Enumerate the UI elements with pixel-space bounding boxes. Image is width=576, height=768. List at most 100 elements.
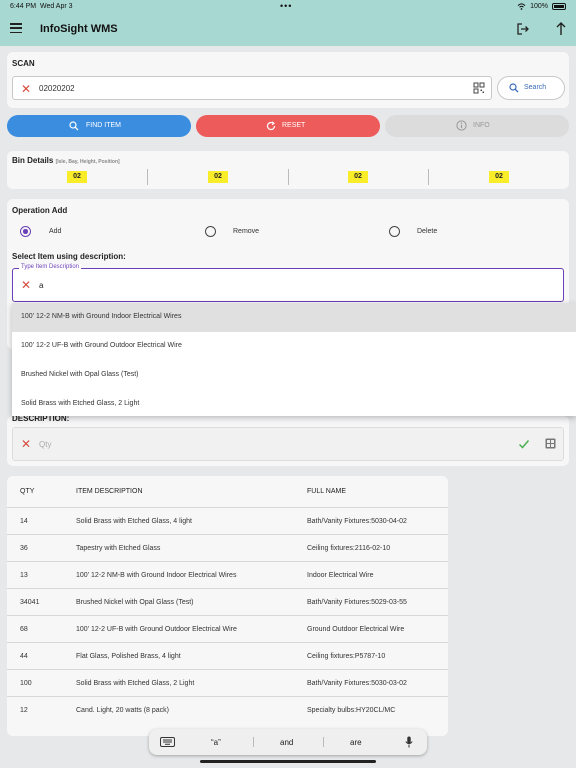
table-row[interactable]: 34041 Brushed Nickel with Opal Glass (Te…: [7, 588, 448, 615]
cell-full-name: Indoor Electrical Wire: [307, 572, 374, 579]
qr-scan-icon[interactable]: [473, 82, 485, 94]
info-label: INFO: [473, 122, 490, 129]
table-row[interactable]: 44 Flat Glass, Polished Brass, 4 light C…: [7, 642, 448, 669]
cell-qty: 13: [20, 572, 28, 579]
cell-full-name: Ceiling fixtures:P5787-10: [307, 653, 386, 660]
suggestion-item[interactable]: Brushed Nickel with Opal Glass (Test): [12, 361, 576, 390]
cell-full-name: Bath/Vanity Fixtures:5029-03-55: [307, 599, 407, 606]
radio-delete-label: Delete: [417, 228, 438, 235]
microphone-icon[interactable]: [405, 736, 413, 748]
cell-qty: 36: [20, 545, 28, 552]
cell-description: 100' 12-2 UF-B with Ground Outdoor Elect…: [76, 626, 237, 633]
suggestion-item[interactable]: Solid Brass with Etched Glass, 2 Light: [12, 390, 576, 419]
scan-input[interactable]: ✕ 02020202: [12, 76, 492, 100]
info-button[interactable]: INFO: [385, 115, 569, 137]
bin-divider: [288, 169, 289, 185]
keyboard-suggestion[interactable]: “a”: [211, 738, 221, 747]
keyboard-separator: [323, 737, 324, 747]
bin-details-card: Bin Details [Isle, Bay, Height, Position…: [7, 151, 569, 189]
keyboard-separator: [253, 737, 254, 747]
menu-icon[interactable]: [10, 23, 22, 37]
column-header-qty: QTY: [20, 488, 35, 495]
cell-qty: 44: [20, 653, 28, 660]
clear-scan-icon[interactable]: ✕: [20, 83, 32, 95]
table-row[interactable]: 100 Solid Brass with Etched Glass, 2 Lig…: [7, 669, 448, 696]
select-item-label: Select Item using description:: [12, 252, 126, 261]
battery-percent: 100%: [530, 3, 548, 10]
bin-height: 02: [348, 171, 368, 183]
arrow-up-icon[interactable]: [554, 21, 568, 37]
keyboard-suggestion[interactable]: are: [350, 738, 362, 747]
clear-item-icon[interactable]: ✕: [20, 279, 32, 291]
reset-label: RESET: [282, 122, 306, 129]
keyboard-suggestion[interactable]: and: [280, 738, 293, 747]
battery-icon: [552, 3, 566, 10]
app-title: InfoSight WMS: [40, 23, 118, 35]
info-icon: [456, 120, 467, 131]
bin-position: 02: [489, 171, 509, 183]
table-row[interactable]: 14 Solid Brass with Etched Glass, 4 ligh…: [7, 507, 448, 534]
search-label: Search: [524, 84, 547, 91]
app-bar: InfoSight WMS: [0, 14, 576, 46]
cell-description: Brushed Nickel with Opal Glass (Test): [76, 599, 194, 606]
bin-divider: [428, 169, 429, 185]
item-description-value: a: [39, 281, 44, 290]
cell-full-name: Bath/Vanity Fixtures:5030-04-02: [307, 518, 407, 525]
status-time: 6:44 PM Wed Apr 3: [10, 3, 73, 10]
cell-description: Solid Brass with Etched Glass, 4 light: [76, 518, 192, 525]
keyboard-icon[interactable]: [160, 737, 175, 747]
operation-title: Operation Add: [12, 206, 68, 215]
calculator-icon[interactable]: [545, 438, 556, 449]
bin-bay: 02: [208, 171, 228, 183]
column-header-full-name: FULL NAME: [307, 488, 347, 495]
cell-full-name: Ceiling fixtures:2116-02-10: [307, 545, 391, 552]
radio-add[interactable]: [20, 226, 31, 237]
status-bar: 6:44 PM Wed Apr 3 ••• 100%: [0, 0, 576, 14]
cell-full-name: Specialty bulbs:HY20CL/MC: [307, 707, 396, 714]
cell-full-name: Ground Outdoor Electrical Wire: [307, 626, 405, 633]
radio-remove[interactable]: [205, 226, 216, 237]
cell-qty: 12: [20, 707, 28, 714]
scan-value: 02020202: [39, 84, 75, 93]
bin-details-title: Bin Details [Isle, Bay, Height, Position…: [12, 156, 120, 165]
cell-qty: 34041: [20, 599, 40, 606]
cell-full-name: Bath/Vanity Fixtures:5030-03-02: [307, 680, 407, 687]
multitasking-dots-icon[interactable]: •••: [280, 1, 292, 11]
cell-description: Tapestry with Etched Glass: [76, 545, 161, 552]
qty-placeholder: Qty: [39, 440, 52, 449]
cell-description: Solid Brass with Etched Glass, 2 Light: [76, 680, 195, 687]
qty-input[interactable]: ✕ Qty: [12, 427, 564, 461]
table-row[interactable]: 13 100' 12-2 NM-B with Ground Indoor Ele…: [7, 561, 448, 588]
search-button[interactable]: Search: [497, 76, 565, 100]
search-icon: [69, 121, 79, 131]
cell-qty: 100: [20, 680, 32, 687]
clear-qty-icon[interactable]: ✕: [20, 438, 32, 450]
keyboard-suggestion-bar: “a” and are: [149, 729, 427, 755]
table-row[interactable]: 68 100' 12-2 UF-B with Ground Outdoor El…: [7, 615, 448, 642]
find-item-button[interactable]: FIND ITEM: [7, 115, 191, 137]
table-row[interactable]: 12 Cand. Light, 20 watts (8 pack) Specia…: [7, 696, 448, 723]
suggestion-item[interactable]: 100' 12-2 UF-B with Ground Outdoor Elect…: [12, 332, 576, 361]
radio-delete[interactable]: [389, 226, 400, 237]
bin-divider: [147, 169, 148, 185]
checkmark-icon[interactable]: [518, 438, 530, 450]
logout-icon[interactable]: [516, 22, 530, 36]
suggestion-item[interactable]: 100' 12-2 NM-B with Ground Indoor Electr…: [12, 303, 576, 332]
cell-description: Cand. Light, 20 watts (8 pack): [76, 707, 169, 714]
scan-label: SCAN: [12, 59, 35, 68]
item-suggestions-dropdown: 100' 12-2 NM-B with Ground Indoor Electr…: [12, 303, 576, 416]
item-description-floating-label: Type Item Description: [19, 264, 82, 270]
search-icon: [509, 83, 519, 93]
wifi-icon: [517, 3, 526, 10]
home-indicator[interactable]: [200, 760, 376, 763]
column-header-description: ITEM DESCRIPTION: [76, 488, 143, 495]
table-row[interactable]: 36 Tapestry with Etched Glass Ceiling fi…: [7, 534, 448, 561]
radio-add-label: Add: [49, 228, 62, 235]
cell-description: Flat Glass, Polished Brass, 4 light: [76, 653, 181, 660]
item-description-input[interactable]: Type Item Description ✕ a: [12, 264, 564, 302]
reset-button[interactable]: RESET: [196, 115, 380, 137]
cell-description: 100' 12-2 NM-B with Ground Indoor Electr…: [76, 572, 237, 579]
cell-qty: 68: [20, 626, 28, 633]
find-item-label: FIND ITEM: [86, 122, 121, 129]
bin-isle: 02: [67, 171, 87, 183]
